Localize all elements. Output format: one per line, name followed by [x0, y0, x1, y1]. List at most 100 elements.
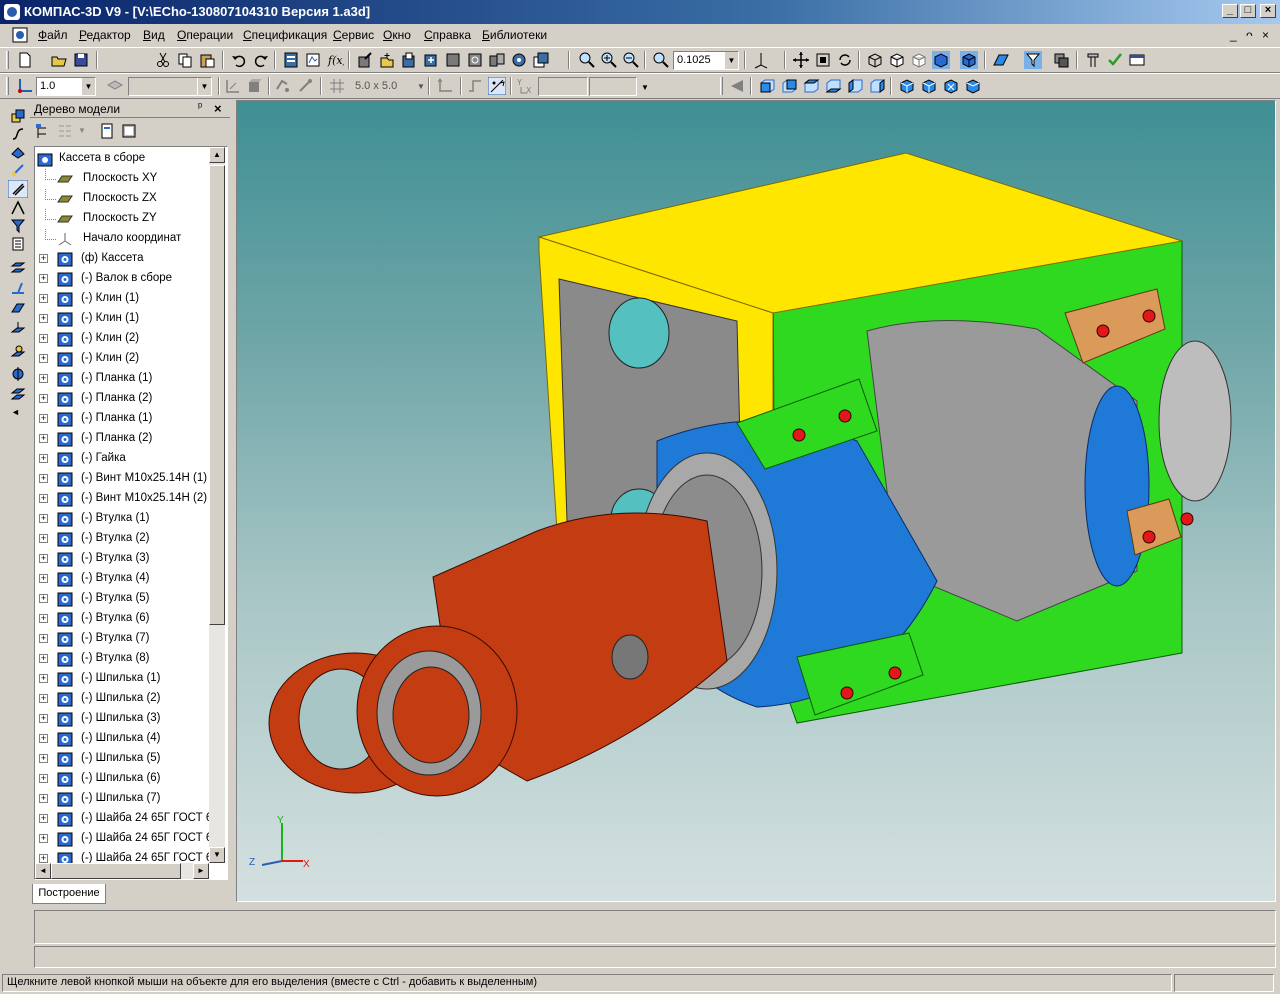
mdi-close-button[interactable]: ×	[1262, 28, 1269, 42]
rebuild-icon[interactable]	[304, 51, 322, 69]
chevron-down-icon[interactable]: ▼	[78, 126, 86, 135]
document-3d-icon[interactable]	[12, 27, 28, 43]
properties-icon[interactable]	[282, 51, 300, 69]
tree-node[interactable]: + (-) Втулка (8)	[35, 649, 211, 669]
mdi-minimize-button[interactable]: _	[1230, 28, 1237, 42]
add-component-icon[interactable]	[378, 51, 396, 69]
expand-icon[interactable]: +	[39, 694, 48, 703]
expand-icon[interactable]: +	[39, 414, 48, 423]
tree-vertical-scrollbar[interactable]: ▲ ▼	[209, 147, 225, 863]
view-back-icon[interactable]	[780, 77, 798, 95]
tree-node[interactable]: + (-) Гайка	[35, 449, 211, 469]
chevron-down-icon[interactable]: ▼	[417, 82, 425, 91]
panel-toggle-icon[interactable]	[1128, 51, 1146, 69]
snap-step-icon[interactable]	[466, 77, 484, 95]
mass-properties-icon[interactable]	[1084, 51, 1102, 69]
tree-node[interactable]: + (-) Шпилька (3)	[35, 709, 211, 729]
expand-icon[interactable]: +	[39, 254, 48, 263]
local-cs-icon[interactable]	[16, 77, 34, 95]
expand-icon[interactable]: +	[39, 454, 48, 463]
paste-icon[interactable]	[198, 51, 216, 69]
zoom-icon[interactable]	[578, 51, 596, 69]
snap-toggle-icon[interactable]	[488, 77, 506, 95]
menu-operations[interactable]: Операции	[177, 28, 233, 42]
chevron-down-icon[interactable]: ▼	[724, 52, 738, 69]
kompas-app-icon[interactable]	[4, 4, 20, 20]
plane-angle-icon[interactable]	[10, 280, 26, 296]
expand-icon[interactable]: +	[39, 834, 48, 843]
tree-node[interactable]: + (-) Планка (2)	[35, 389, 211, 409]
expand-icon[interactable]: +	[39, 374, 48, 383]
cursor-coords-icon[interactable]: YX	[516, 77, 534, 95]
tree-node[interactable]: + (-) Клин (2)	[35, 329, 211, 349]
shaded-edges-icon[interactable]	[960, 51, 978, 69]
view-left-icon[interactable]	[846, 77, 864, 95]
measure-angle-icon[interactable]	[10, 200, 26, 216]
edit-part-icon[interactable]	[356, 51, 374, 69]
tree-node[interactable]: + (-) Планка (1)	[35, 369, 211, 389]
sketch-icon[interactable]	[224, 77, 242, 95]
view-orientation-icon[interactable]	[728, 77, 746, 95]
expand-icon[interactable]: +	[39, 394, 48, 403]
tree-node[interactable]: + (-) Втулка (5)	[35, 589, 211, 609]
close-panel-button[interactable]: ×	[214, 101, 222, 116]
tree-node[interactable]: + (-) Планка (2)	[35, 429, 211, 449]
tree-node[interactable]: + (-) Планка (1)	[35, 409, 211, 429]
insert-component-icon[interactable]	[400, 51, 418, 69]
expand-icon[interactable]: +	[39, 294, 48, 303]
wireframe-icon[interactable]	[866, 51, 884, 69]
expand-icon[interactable]: +	[39, 854, 48, 863]
tree-node[interactable]: + (-) Шпилька (6)	[35, 769, 211, 789]
tree-node[interactable]: + (-) Втулка (4)	[35, 569, 211, 589]
zoom-scale-combo[interactable]: 0.1025 ▼	[673, 51, 739, 70]
tree-node[interactable]: Плоскость ZX	[35, 189, 211, 209]
close-button[interactable]: ×	[1260, 4, 1276, 18]
hscroll-thumb[interactable]	[51, 863, 181, 879]
view-front-icon[interactable]	[758, 77, 776, 95]
tree-node[interactable]: + (-) Шайба 24 65Г ГОСТ 64	[35, 809, 219, 829]
expand-icon[interactable]: +	[39, 314, 48, 323]
toolbar-grip[interactable]	[6, 51, 9, 69]
expand-icon[interactable]: +	[39, 634, 48, 643]
pick-filter-icon[interactable]	[274, 77, 292, 95]
menu-help[interactable]: Справка	[424, 28, 471, 42]
grid-step-value[interactable]: 5.0 x 5.0	[355, 80, 397, 92]
chevron-down-icon[interactable]: ▼	[81, 78, 95, 95]
surfaces-icon[interactable]	[10, 144, 26, 160]
expand-icon[interactable]: +	[39, 594, 48, 603]
tree-structure-icon[interactable]	[34, 122, 52, 140]
plane-tangent-icon[interactable]	[10, 344, 26, 360]
thin-hidden-lines-icon[interactable]	[910, 51, 928, 69]
tree-node[interactable]: + (-) Шпилька (4)	[35, 729, 211, 749]
tree-node[interactable]: + (-) Валок в сборе	[35, 269, 211, 289]
expand-icon[interactable]: +	[39, 434, 48, 443]
expand-icon[interactable]: +	[39, 674, 48, 683]
tree-node[interactable]: + (-) Втулка (7)	[35, 629, 211, 649]
expand-icon[interactable]: +	[39, 274, 48, 283]
tree-export-icon[interactable]	[120, 122, 138, 140]
tree-node[interactable]: Плоскость ZY	[35, 209, 211, 229]
tree-node[interactable]: + (-) Клин (2)	[35, 349, 211, 369]
cut-icon[interactable]	[154, 51, 172, 69]
rotate-view-icon[interactable]	[836, 51, 854, 69]
toolbar-grip[interactable]	[720, 77, 723, 95]
pan-icon[interactable]	[792, 51, 810, 69]
tree-node[interactable]: + (-) Втулка (2)	[35, 529, 211, 549]
tree-node[interactable]: + (-) Втулка (3)	[35, 549, 211, 569]
view-bottom-icon[interactable]	[824, 77, 842, 95]
document-properties-icon[interactable]	[98, 122, 116, 140]
auxiliary-geometry-icon[interactable]	[10, 162, 26, 178]
line-scale-combo[interactable]: 1.0 ▼	[36, 77, 96, 96]
rotate-component-icon[interactable]	[466, 51, 484, 69]
style-layer-icon[interactable]	[106, 77, 124, 95]
assembly-edit-icon[interactable]	[10, 108, 26, 124]
tree-node[interactable]: + (-) Шпилька (5)	[35, 749, 211, 769]
expand-icon[interactable]: +	[39, 654, 48, 663]
grid-icon[interactable]	[328, 77, 346, 95]
properties-panel[interactable]	[34, 910, 1276, 944]
hidden-lines-icon[interactable]	[888, 51, 906, 69]
shaded-icon[interactable]	[932, 51, 950, 69]
tree-horizontal-scrollbar[interactable]: ◄ ►	[35, 863, 209, 879]
toolbar-grip[interactable]	[6, 77, 9, 95]
expand-icon[interactable]: +	[39, 794, 48, 803]
